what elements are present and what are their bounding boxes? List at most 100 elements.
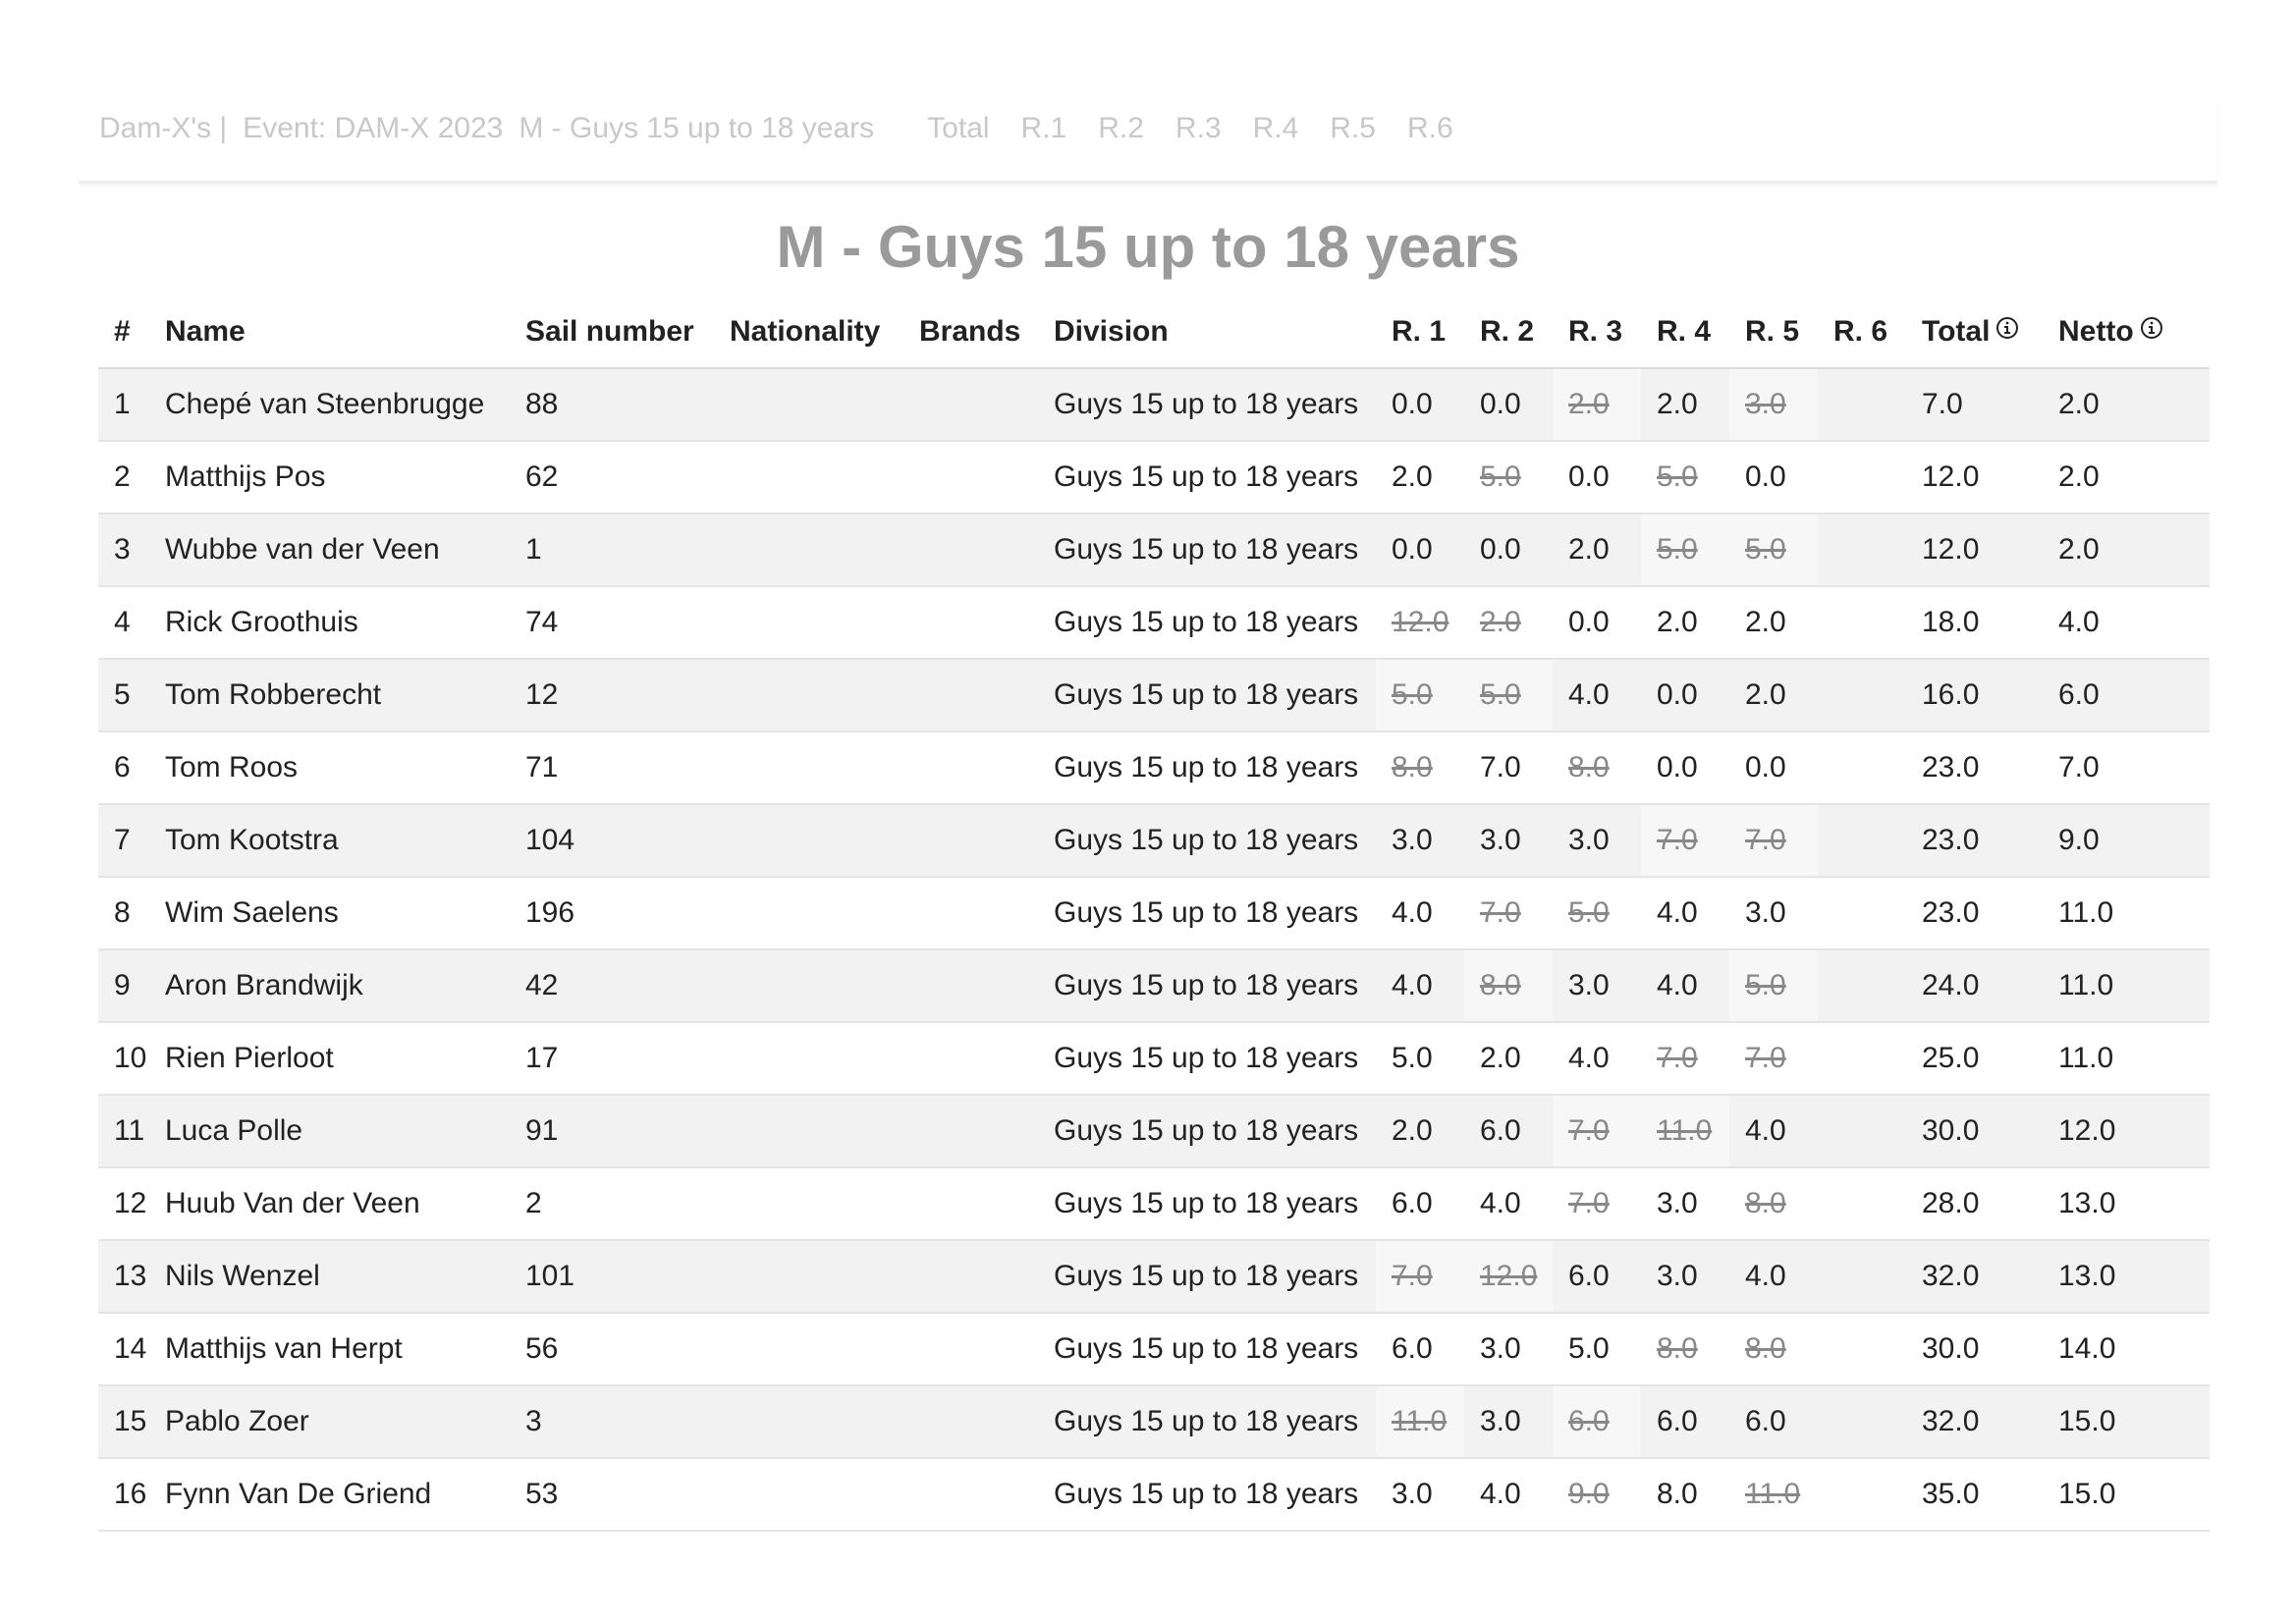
nav-link-r6[interactable]: R.6: [1407, 112, 1453, 145]
cell-race-score: 3.0: [1553, 949, 1641, 1023]
race-score-value: 3.0: [1745, 388, 1786, 420]
cell-total: 32.0: [1906, 1240, 2043, 1314]
header-division[interactable]: Division: [1038, 297, 1376, 369]
table-row[interactable]: 11 Luca Polle 91 Guys 15 up to 18 years 2.0 6…: [98, 1095, 2210, 1168]
cell-sail-number: 42: [510, 949, 714, 1023]
cell-total: 30.0: [1906, 1313, 2043, 1386]
race-score-value: 3.0: [1392, 824, 1433, 856]
cell-name: Huub Van der Veen: [149, 1167, 510, 1241]
nav-link-r5[interactable]: R.5: [1330, 112, 1376, 145]
cell-rank: 16: [98, 1458, 149, 1532]
header-name[interactable]: Name: [149, 297, 510, 369]
cell-sail-number: 53: [510, 1458, 714, 1532]
header-r2[interactable]: R. 2: [1464, 297, 1553, 369]
cell-name: Tom Robberecht: [149, 659, 510, 732]
race-score-value: 2.0: [1745, 606, 1786, 638]
table-row[interactable]: 8 Wim Saelens 196 Guys 15 up to 18 years 4.0…: [98, 877, 2210, 950]
race-score-value: 0.0: [1745, 460, 1786, 493]
cell-race-score: [1818, 1022, 1906, 1096]
cell-race-score: [1818, 877, 1906, 950]
info-icon[interactable]: [2140, 314, 2163, 348]
race-score-value: 3.0: [1568, 824, 1610, 856]
race-score-value: 12.0: [1480, 1260, 1538, 1292]
cell-brands: [903, 949, 1038, 1023]
race-score-value: 0.0: [1480, 388, 1521, 420]
table-row[interactable]: 5 Tom Robberecht 12 Guys 15 up to 18 years 5…: [98, 659, 2210, 732]
cell-race-score-discarded: 8.0: [1729, 1167, 1818, 1241]
cell-race-score-discarded: 7.0: [1641, 1022, 1729, 1096]
table-row[interactable]: 12 Huub Van der Veen 2 Guys 15 up to 18 yea…: [98, 1167, 2210, 1241]
table-row[interactable]: 16 Fynn Van De Griend 53 Guys 15 up to 18 y…: [98, 1458, 2210, 1532]
cell-sail-number: 88: [510, 368, 714, 442]
header-netto[interactable]: Netto: [2043, 297, 2210, 369]
race-score-value: 4.0: [1480, 1187, 1521, 1219]
header-rank[interactable]: #: [98, 297, 149, 369]
cell-race-score: [1818, 441, 1906, 514]
cell-race-score-discarded: 5.0: [1641, 441, 1729, 514]
cell-race-score: 6.0: [1376, 1313, 1464, 1386]
header-row: # Name Sail number Nationality Brands Di…: [98, 297, 2210, 369]
cell-nationality: [714, 1240, 903, 1314]
race-score-value: 11.0: [1657, 1114, 1713, 1147]
event-link[interactable]: Event: DAM-X 2023: [243, 112, 503, 145]
cell-race-score: 3.0: [1641, 1240, 1729, 1314]
header-sail-number[interactable]: Sail number: [510, 297, 714, 369]
table-row[interactable]: 13 Nils Wenzel 101 Guys 15 up to 18 years 7.…: [98, 1240, 2210, 1314]
cell-name: Tom Kootstra: [149, 804, 510, 878]
cell-netto: 9.0: [2043, 804, 2210, 878]
info-icon[interactable]: [1995, 314, 2019, 348]
nav-link-r3[interactable]: R.3: [1175, 112, 1222, 145]
nav-link-r2[interactable]: R.2: [1098, 112, 1144, 145]
header-r5[interactable]: R. 5: [1729, 297, 1818, 369]
header-total[interactable]: Total: [1906, 297, 2043, 369]
cell-nationality: [714, 949, 903, 1023]
cell-race-score: 4.0: [1729, 1095, 1818, 1168]
cell-race-score-discarded: 7.0: [1553, 1095, 1641, 1168]
cell-race-score-discarded: 5.0: [1376, 659, 1464, 732]
brand-link[interactable]: Dam-X's |: [99, 112, 227, 145]
race-score-value: 2.0: [1392, 460, 1433, 493]
cell-race-score: 6.0: [1553, 1240, 1641, 1314]
cell-race-score: [1818, 949, 1906, 1023]
table-row[interactable]: 14 Matthijs van Herpt 56 Guys 15 up to 18 y…: [98, 1313, 2210, 1386]
table-row[interactable]: 6 Tom Roos 71 Guys 15 up to 18 years 8.0 7.0 8…: [98, 731, 2210, 805]
cell-race-score: [1818, 1313, 1906, 1386]
header-r6[interactable]: R. 6: [1818, 297, 1906, 369]
table-row[interactable]: 3 Wubbe van der Veen 1 Guys 15 up to 18 yea…: [98, 514, 2210, 587]
division-link[interactable]: M - Guys 15 up to 18 years: [519, 112, 874, 145]
table-row[interactable]: 4 Rick Groothuis 74 Guys 15 up to 18 years 1…: [98, 586, 2210, 660]
race-score-value: 2.0: [1657, 388, 1698, 420]
header-nationality[interactable]: Nationality: [714, 297, 903, 369]
header-brands[interactable]: Brands: [903, 297, 1038, 369]
cell-race-score: [1818, 1095, 1906, 1168]
race-score-value: 8.0: [1657, 1332, 1698, 1365]
nav-link-total[interactable]: Total: [927, 112, 989, 145]
cell-nationality: [714, 1095, 903, 1168]
race-score-value: 0.0: [1745, 751, 1786, 784]
cell-total: 16.0: [1906, 659, 2043, 732]
table-row[interactable]: 9 Aron Brandwijk 42 Guys 15 up to 18 years 4…: [98, 949, 2210, 1023]
nav-link-r4[interactable]: R.4: [1253, 112, 1299, 145]
cell-race-score: 3.0: [1376, 804, 1464, 878]
cell-nationality: [714, 368, 903, 442]
cell-name: Matthijs van Herpt: [149, 1313, 510, 1386]
cell-brands: [903, 659, 1038, 732]
cell-race-score: 4.0: [1641, 877, 1729, 950]
header-r3[interactable]: R. 3: [1553, 297, 1641, 369]
cell-nationality: [714, 1458, 903, 1532]
cell-race-score: 3.0: [1641, 1167, 1729, 1241]
race-score-value: 3.0: [1657, 1260, 1698, 1292]
cell-sail-number: 71: [510, 731, 714, 805]
header-r4[interactable]: R. 4: [1641, 297, 1729, 369]
table-row[interactable]: 10 Rien Pierloot 17 Guys 15 up to 18 years 5…: [98, 1022, 2210, 1096]
nav-link-r1[interactable]: R.1: [1021, 112, 1067, 145]
cell-race-score: 2.0: [1464, 1022, 1553, 1096]
header-r1[interactable]: R. 1: [1376, 297, 1464, 369]
cell-netto: 15.0: [2043, 1458, 2210, 1532]
cell-brands: [903, 877, 1038, 950]
table-row[interactable]: 15 Pablo Zoer 3 Guys 15 up to 18 years 11.0 3…: [98, 1385, 2210, 1459]
table-row[interactable]: 2 Matthijs Pos 62 Guys 15 up to 18 years 2.0…: [98, 441, 2210, 514]
table-row[interactable]: 7 Tom Kootstra 104 Guys 15 up to 18 years 3.…: [98, 804, 2210, 878]
cell-rank: 15: [98, 1385, 149, 1459]
table-row[interactable]: 1 Chepé van Steenbrugge 88 Guys 15 up to 18…: [98, 368, 2210, 442]
